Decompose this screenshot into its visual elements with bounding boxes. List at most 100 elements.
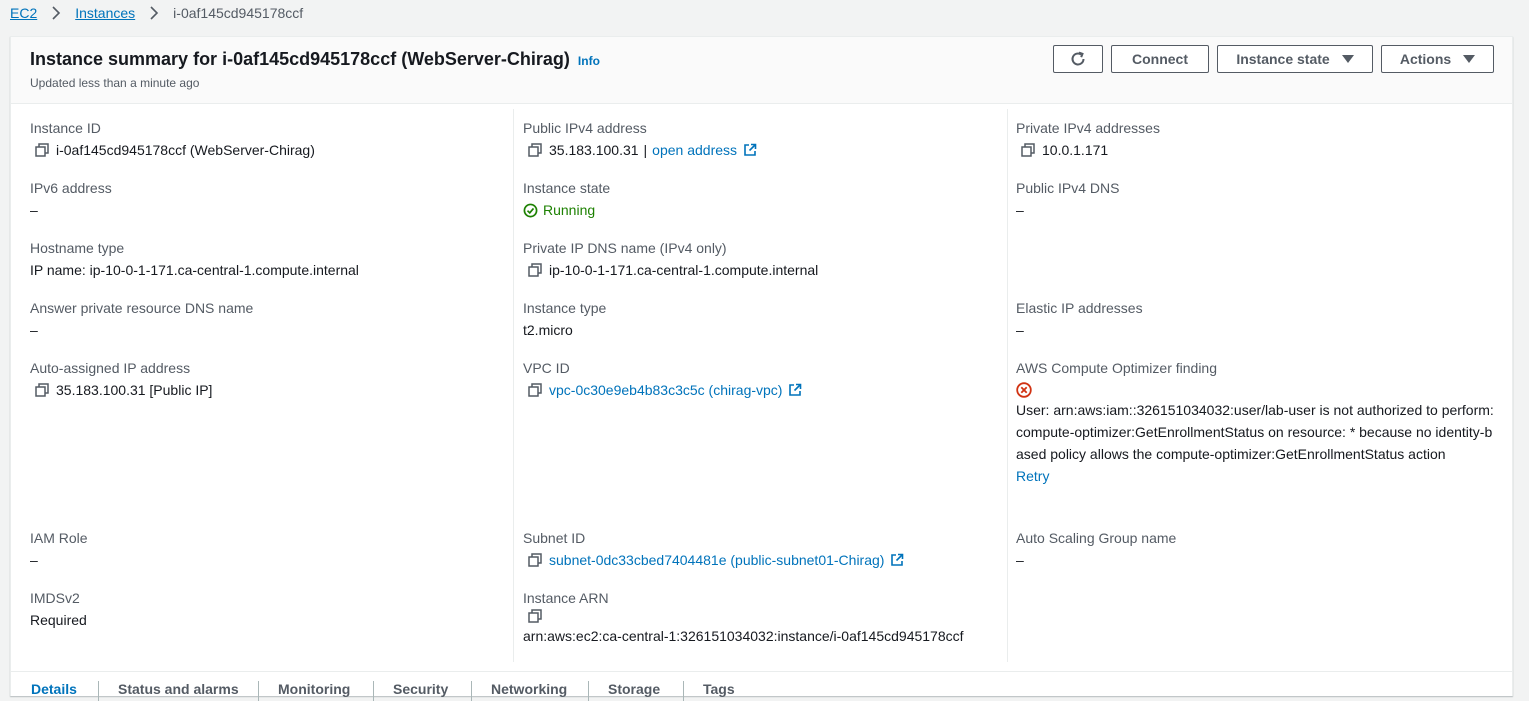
public-ipv4-text: 35.183.100.31 [549,142,639,158]
error-circle-icon [1016,382,1032,398]
compute-optimizer-error: User: arn:aws:iam::326151034032:user/lab… [1016,402,1494,462]
field-subnet-id: Subnet ID subnet-0dc33cbed7404481e (publ… [523,529,904,571]
instance-state-field-label: Instance state [523,180,611,196]
auto-ip-value: 35.183.100.31 [Public IP] [30,379,212,401]
hostname-type-label: Hostname type [30,240,125,256]
vpc-id-link[interactable]: vpc-0c30e9eb4b83c3c5c (chirag-vpc) [549,379,782,401]
ipv6-value: – [30,202,38,218]
error-status [1016,381,1494,399]
vpc-id-label: VPC ID [523,360,570,376]
page-title: Instance summary for i-0af145cd945178ccf… [30,49,600,70]
instance-state-button[interactable]: Instance state [1217,45,1373,73]
external-link-icon [788,383,802,397]
tab-storage[interactable]: Storage [608,681,660,697]
tab-tags[interactable]: Tags [703,681,735,697]
external-link-icon [743,143,757,157]
detail-tabs: Details Status and alarms Monitoring Sec… [11,671,1512,701]
tab-status-and-alarms[interactable]: Status and alarms [118,681,239,697]
private-ipv4-label: Private IPv4 addresses [1016,120,1160,136]
imdsv2-label: IMDSv2 [30,590,80,606]
tab-details[interactable]: Details [31,681,77,697]
compute-optimizer-label: AWS Compute Optimizer finding [1016,360,1217,376]
instance-state-value: Running [523,199,610,221]
subnet-id-label: Subnet ID [523,530,586,546]
field-imdsv2: IMDSv2 Required [30,589,87,631]
iam-role-value: – [30,552,38,568]
auto-ip-label: Auto-assigned IP address [30,360,191,376]
private-dns-text: ip-10-0-1-171.ca-central-1.compute.inter… [549,262,819,278]
open-address-link[interactable]: open address [652,139,737,161]
copy-icon[interactable] [528,143,542,157]
tab-separator [98,681,99,701]
tab-monitoring[interactable]: Monitoring [278,681,350,697]
refresh-button[interactable] [1053,45,1103,73]
updated-subtitle: Updated less than a minute ago [30,76,200,90]
copy-icon[interactable] [528,609,542,623]
field-instance-state: Instance state Running [523,179,610,221]
copy-icon[interactable] [528,553,542,567]
tab-separator [258,681,259,701]
tab-separator [373,681,374,701]
breadcrumb-ec2-link[interactable]: EC2 [10,5,37,21]
private-ipv4-value: 10.0.1.171 [1016,139,1160,161]
field-answer-dns: Answer private resource DNS name – [30,299,253,341]
public-ipv4-value: 35.183.100.31 | open address [523,139,757,161]
caret-down-icon [1463,55,1476,63]
copy-icon[interactable] [35,383,49,397]
field-vpc-id: VPC ID vpc-0c30e9eb4b83c3c5c (chirag-vpc… [523,359,802,401]
iam-role-label: IAM Role [30,530,88,546]
instance-type-label: Instance type [523,300,607,316]
instance-arn-value: arn:aws:ec2:ca-central-1:326151034032:in… [523,628,964,644]
tab-security[interactable]: Security [393,681,448,697]
copy-icon[interactable] [1021,143,1035,157]
field-instance-id: Instance ID i-0af145cd945178ccf (WebServ… [30,119,315,161]
page-title-text: Instance summary for i-0af145cd945178ccf… [30,49,570,69]
subnet-id-value: subnet-0dc33cbed7404481e (public-subnet0… [523,549,904,571]
field-instance-type: Instance type t2.micro [523,299,606,341]
field-auto-ip: Auto-assigned IP address 35.183.100.31 [… [30,359,212,401]
asg-name-value: – [1016,552,1024,568]
tab-separator [588,681,589,701]
column-divider [1007,109,1008,662]
instance-state-text: Running [543,202,596,218]
breadcrumb-current: i-0af145cd945178ccf [173,5,304,21]
instance-id-text: i-0af145cd945178ccf (WebServer-Chirag) [56,142,315,158]
actions-button[interactable]: Actions [1381,45,1494,73]
info-link[interactable]: Info [578,54,600,68]
retry-link[interactable]: Retry [1016,465,1494,487]
connect-button[interactable]: Connect [1111,45,1209,73]
field-public-ipv4: Public IPv4 address 35.183.100.31 | open… [523,119,757,161]
auto-ip-text: 35.183.100.31 [Public IP] [56,382,213,398]
breadcrumb-instances-link[interactable]: Instances [75,5,135,21]
chevron-right-icon [149,6,159,20]
tab-networking[interactable]: Networking [491,681,567,697]
external-link-icon [890,553,904,567]
elastic-ip-label: Elastic IP addresses [1016,300,1143,316]
actions-label: Actions [1399,51,1452,67]
field-hostname-type: Hostname type IP name: ip-10-0-1-171.ca-… [30,239,359,281]
instance-summary-panel: Instance summary for i-0af145cd945178ccf… [10,36,1513,701]
public-dns-value: – [1016,202,1024,218]
private-dns-label: Private IP DNS name (IPv4 only) [523,240,727,256]
field-compute-optimizer: AWS Compute Optimizer finding User: arn:… [1016,359,1494,487]
instance-id-value: i-0af145cd945178ccf (WebServer-Chirag) [30,139,315,161]
instance-arn-copy [523,609,964,623]
chevron-right-icon [51,6,61,20]
copy-icon[interactable] [528,383,542,397]
instance-type-value: t2.micro [523,322,573,338]
ipv6-label: IPv6 address [30,180,112,196]
field-public-dns: Public IPv4 DNS – [1016,179,1119,221]
caret-down-icon [1341,55,1354,63]
breadcrumb: EC2 Instances i-0af145cd945178ccf [10,3,303,23]
subnet-id-link[interactable]: subnet-0dc33cbed7404481e (public-subnet0… [549,549,884,571]
copy-icon[interactable] [35,143,49,157]
private-dns-value: ip-10-0-1-171.ca-central-1.compute.inter… [523,259,818,281]
connect-label: Connect [1132,51,1188,67]
public-ipv4-label: Public IPv4 address [523,120,647,136]
asg-name-label: Auto Scaling Group name [1016,530,1177,546]
tab-separator [471,681,472,701]
private-ipv4-text: 10.0.1.171 [1042,142,1109,158]
public-dns-label: Public IPv4 DNS [1016,180,1120,196]
elastic-ip-value: – [1016,322,1024,338]
copy-icon[interactable] [528,263,542,277]
